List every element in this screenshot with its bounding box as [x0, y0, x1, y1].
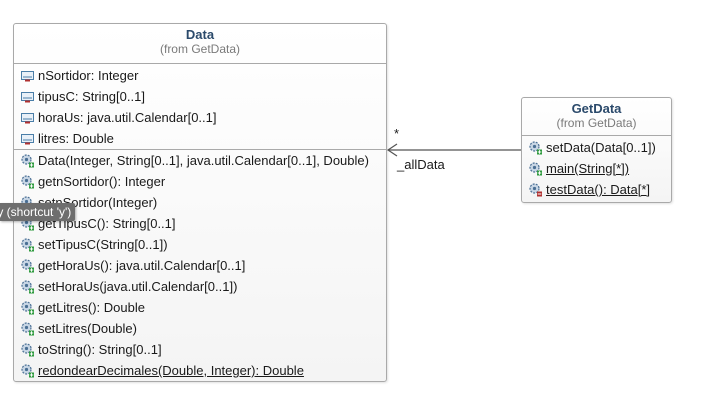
- method-gear-icon: [529, 162, 542, 176]
- attribute-item[interactable]: litres: Double: [14, 128, 386, 149]
- operation-item[interactable]: testData(): Data[*]: [522, 179, 671, 200]
- operation-item[interactable]: toString(): String[0..1]: [14, 339, 386, 360]
- shortcut-tooltip: ency (shortcut 'y'): [0, 203, 76, 221]
- class-getdata[interactable]: GetData (from GetData) setData(Data[0..1…: [521, 97, 672, 203]
- operation-item[interactable]: setTipusC(String[0..1]): [14, 234, 386, 255]
- operation-text: testData(): Data[*]: [546, 182, 651, 197]
- method-gear-icon: [21, 364, 34, 378]
- operation-text: toString(): String[0..1]: [38, 342, 162, 357]
- operation-text: getnSortidor(): Integer: [38, 174, 166, 189]
- operation-text: setData(Data[0..1]): [546, 140, 656, 155]
- method-gear-icon: [529, 183, 542, 197]
- attribute-text: litres: Double: [38, 131, 114, 146]
- attribute-text: nSortidor: Integer: [38, 68, 139, 83]
- operations-compartment: setData(Data[0..1]) main(String[*]) test…: [522, 136, 671, 200]
- attribute-item[interactable]: horaUs: java.util.Calendar[0..1]: [14, 107, 386, 128]
- operations-compartment: Data(Integer, String[0..1], java.util.Ca…: [14, 150, 386, 381]
- operation-item[interactable]: setHoraUs(java.util.Calendar[0..1]): [14, 276, 386, 297]
- field-icon: [21, 92, 34, 103]
- operation-item[interactable]: getLitres(): Double: [14, 297, 386, 318]
- method-gear-icon: [21, 175, 34, 189]
- operation-text: setTipusC(String[0..1]): [38, 237, 168, 252]
- operation-item[interactable]: getnSortidor(): Integer: [14, 171, 386, 192]
- class-header: Data (from GetData): [14, 24, 386, 64]
- operation-text: getHoraUs(): java.util.Calendar[0..1]: [38, 258, 246, 273]
- field-icon: [21, 71, 34, 82]
- operation-item[interactable]: setData(Data[0..1]): [522, 137, 671, 158]
- class-package: (from GetData): [556, 116, 637, 130]
- attributes-compartment: nSortidor: Integer tipusC: String[0..1] …: [14, 64, 386, 150]
- method-gear-icon: [21, 154, 34, 168]
- operation-item[interactable]: main(String[*]): [522, 158, 671, 179]
- class-name: Data: [185, 27, 215, 42]
- operation-text: redondearDecimales(Double, Integer): Dou…: [38, 363, 304, 378]
- association-multiplicity: *: [394, 126, 400, 141]
- association-role-name: _allData: [397, 157, 445, 172]
- field-icon: [21, 113, 34, 124]
- class-package: (from GetData): [159, 42, 240, 56]
- operation-text: setLitres(Double): [38, 321, 137, 336]
- attribute-text: tipusC: String[0..1]: [38, 89, 145, 104]
- operation-item[interactable]: redondearDecimales(Double, Integer): Dou…: [14, 360, 386, 381]
- method-gear-icon: [21, 343, 34, 357]
- class-header: GetData (from GetData): [522, 98, 671, 136]
- operation-text: setHoraUs(java.util.Calendar[0..1]): [38, 279, 238, 294]
- attribute-item[interactable]: nSortidor: Integer: [14, 65, 386, 86]
- method-gear-icon: [21, 322, 34, 336]
- method-gear-icon: [21, 280, 34, 294]
- operation-item[interactable]: setLitres(Double): [14, 318, 386, 339]
- operation-text: Data(Integer, String[0..1], java.util.Ca…: [38, 153, 369, 168]
- operation-item[interactable]: Data(Integer, String[0..1], java.util.Ca…: [14, 150, 386, 171]
- method-gear-icon: [21, 259, 34, 273]
- attribute-text: horaUs: java.util.Calendar[0..1]: [38, 110, 217, 125]
- method-gear-icon: [21, 238, 34, 252]
- class-name: GetData: [571, 101, 622, 116]
- operation-item[interactable]: getHoraUs(): java.util.Calendar[0..1]: [14, 255, 386, 276]
- operation-text: main(String[*]): [546, 161, 630, 176]
- field-icon: [21, 134, 34, 145]
- method-gear-icon: [21, 301, 34, 315]
- operation-text: getLitres(): Double: [38, 300, 145, 315]
- tooltip-text: ency (shortcut 'y'): [0, 205, 72, 219]
- method-gear-icon: [529, 141, 542, 155]
- attribute-item[interactable]: tipusC: String[0..1]: [14, 86, 386, 107]
